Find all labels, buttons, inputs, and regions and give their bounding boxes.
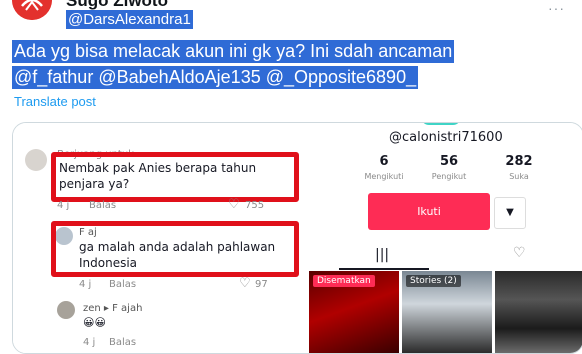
followers-count: 56 xyxy=(439,154,459,169)
reply-link[interactable]: Balas xyxy=(109,337,136,348)
follow-button[interactable]: Ikuti xyxy=(368,193,490,230)
profile-screenshot: @calonistri71600 6 Mengikuti 56 Pengikut… xyxy=(299,123,582,353)
like-count: 755 xyxy=(245,200,265,211)
videos-grid-icon[interactable]: ||| xyxy=(375,247,389,263)
avatar-logo-icon xyxy=(12,0,52,20)
tweet-text-mentions[interactable]: @f_fathur @BabehAldoAje135 @_Opposite689… xyxy=(12,66,419,89)
comments-screenshot: Berjuang untuk... Nembak pak Anies berap… xyxy=(13,123,299,353)
video-thumbnail-stories[interactable]: Stories (2) xyxy=(402,271,492,353)
attached-image[interactable]: Berjuang untuk... Nembak pak Anies berap… xyxy=(12,122,582,354)
reply-link[interactable]: Balas xyxy=(109,279,136,290)
reply-link[interactable]: Balas xyxy=(89,200,116,211)
comment-text: 😀😀 xyxy=(83,316,106,329)
followers-label: Pengikut xyxy=(431,172,467,181)
comment-text: ga malah anda adalah pahlawan Indonesia xyxy=(79,240,276,270)
user-handle[interactable]: @DarsAlexandra1 xyxy=(66,10,193,29)
comment-author: zen ▸ F ajah xyxy=(83,303,143,314)
profile-username: @calonistri71600 xyxy=(389,130,503,145)
like-count: 97 xyxy=(255,279,268,290)
comment-time: 4 j xyxy=(79,279,92,290)
tweet-text-line-1: Ada yg bisa melacak akun ini gk ya? Ini … xyxy=(12,40,455,63)
comment-time: 4 j xyxy=(83,337,96,348)
video-thumbnail[interactable] xyxy=(495,271,582,353)
translate-post-link[interactable]: Translate post xyxy=(14,94,96,109)
avatar[interactable] xyxy=(12,0,52,20)
active-tab-indicator xyxy=(339,268,429,270)
video-thumbnail-pinned[interactable]: Disematkan xyxy=(309,271,399,353)
comment-text: Nembak pak Anies berapa tahun penjara ya… xyxy=(59,161,257,191)
likes-label: Suka xyxy=(509,172,529,181)
following-label: Mengikuti xyxy=(364,172,404,181)
commenter-avatar xyxy=(57,301,75,319)
chevron-down-icon[interactable]: ▼ xyxy=(494,197,526,229)
stories-badge: Stories (2) xyxy=(406,275,461,287)
likes-count: 282 xyxy=(505,154,533,169)
commenter-avatar xyxy=(25,149,47,171)
heart-icon[interactable]: ♡ xyxy=(228,197,240,212)
following-count: 6 xyxy=(379,154,389,169)
more-options-icon[interactable]: ··· xyxy=(548,0,565,16)
profile-avatar xyxy=(421,123,461,125)
heart-icon[interactable]: ♡ xyxy=(239,276,251,291)
comment-time: 4 j xyxy=(57,200,70,211)
pinned-badge: Disematkan xyxy=(313,275,375,287)
liked-videos-icon[interactable]: ♡ xyxy=(513,245,526,261)
